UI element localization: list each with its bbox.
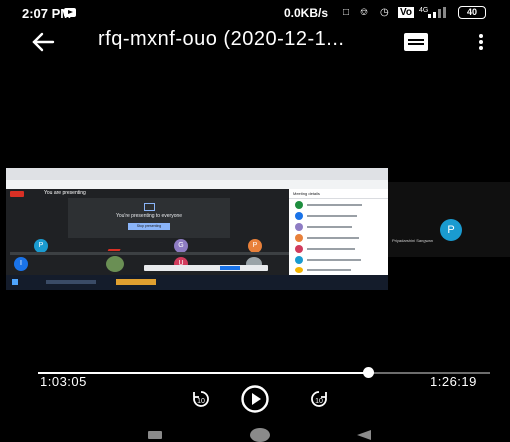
video-surface[interactable]: You are presenting You're presenting to …: [6, 168, 388, 290]
recording-badge: [10, 191, 24, 197]
participant-row-avatar: [295, 245, 303, 253]
more-vert-icon: [479, 34, 483, 50]
windows-start-icon: [12, 279, 18, 285]
subtitles-icon: [404, 33, 428, 51]
participant-avatar: G: [174, 239, 188, 253]
toast-action-button[interactable]: [220, 266, 240, 270]
desktop-taskbar: [6, 275, 388, 290]
media-playing-icon: [64, 8, 76, 17]
participant-row: [307, 248, 355, 250]
muted-mic-icon: [107, 241, 125, 251]
signal-strength-icon: [428, 7, 446, 18]
participant-avatar: P: [440, 219, 462, 241]
participant-row-avatar: [295, 212, 303, 220]
play-icon: [241, 385, 269, 413]
volte-badge: Vo: [398, 7, 415, 18]
participant-row: [307, 215, 357, 217]
subtitles-button[interactable]: [404, 33, 428, 51]
participant-row-avatar: [295, 223, 303, 231]
panel-divider: [289, 198, 388, 199]
participant-row: [307, 226, 352, 228]
current-time: 1:03:05: [40, 374, 87, 389]
taskbar-search: [46, 280, 96, 284]
video-title: rfq-mxnf-ouo (2020-12-1...: [98, 28, 345, 50]
alarm-off-icon: ⎊: [360, 7, 368, 18]
participant-name: Priyadarshini Sangwan: [392, 238, 433, 243]
back-button[interactable]: [30, 30, 56, 54]
participant-row: [307, 269, 351, 271]
network-speed: 0.0KB/s: [284, 6, 329, 20]
alarm-icon: ◷: [380, 7, 389, 18]
arrow-left-icon: [32, 32, 55, 52]
status-bar: 2:07 PM 0.0KB/s □ ⎊ ◷ Vo 4G 40: [0, 0, 510, 26]
taskbar-apps: [116, 279, 156, 285]
recents-button[interactable]: [148, 431, 162, 439]
play-button[interactable]: [240, 384, 270, 414]
rewind-10-button[interactable]: 10: [190, 388, 212, 410]
participant-row-avatar: [295, 267, 303, 273]
total-time: 1:26:19: [430, 374, 477, 389]
more-options-button[interactable]: [474, 32, 488, 52]
stop-presenting-button[interactable]: Stop presenting: [128, 223, 170, 230]
meet-notification-toast: [144, 265, 268, 271]
sim-icon: □: [343, 7, 350, 18]
battery-indicator: 40: [458, 6, 486, 19]
presenting-banner: You are presenting: [44, 190, 86, 196]
screen-share-icon: [144, 203, 155, 211]
participant-row-avatar: [295, 234, 303, 242]
browser-address-bar: [6, 180, 388, 189]
home-button[interactable]: [250, 428, 270, 442]
participant-row: [307, 237, 359, 239]
presenting-card: You're presenting to everyone Stop prese…: [68, 198, 230, 238]
participant-row-avatar: [295, 256, 303, 264]
rewind-seconds-text: 10: [197, 398, 205, 405]
participant-row: [307, 204, 362, 206]
forward-seconds-text: 10: [315, 398, 323, 405]
forward-10-button[interactable]: 10: [308, 388, 330, 410]
seek-thumb[interactable]: [363, 367, 374, 378]
participant-side-tile: P Priyadarshini Sangwan: [388, 182, 510, 257]
people-panel: Meeting details: [289, 189, 388, 275]
participant-row: [307, 259, 361, 261]
participant-name-strip: [10, 252, 290, 255]
presenting-message: You're presenting to everyone: [115, 213, 183, 219]
participant-photo: [106, 256, 124, 272]
browser-tab-strip: [6, 168, 388, 180]
seek-bar-played: [38, 372, 368, 374]
people-panel-title: Meeting details: [293, 191, 320, 196]
participant-avatar: P: [34, 239, 48, 253]
participant-avatar: P: [248, 239, 262, 253]
participant-row-avatar: [295, 201, 303, 209]
participant-avatar: I: [14, 257, 28, 271]
